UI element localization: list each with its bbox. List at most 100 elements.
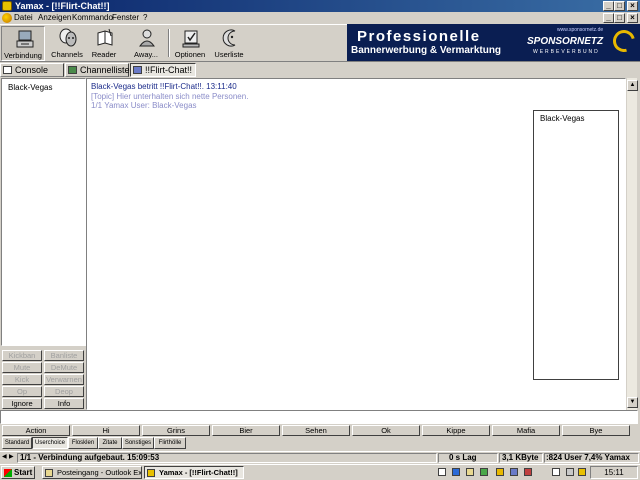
quick-sehen-button[interactable]: Sehen	[282, 425, 350, 436]
tray-desktop-icon[interactable]	[438, 468, 446, 476]
channels-icon	[59, 28, 77, 47]
taskbar: Start Posteingang - Outlook Ex... Yamax …	[0, 464, 640, 480]
status-bar: ◀ ▶ 1/1 - Verbindung aufgebaut. 15:09:53…	[0, 451, 640, 464]
outlook-icon	[45, 469, 53, 477]
chat-scrollbar[interactable]: ▲ ▼	[626, 78, 638, 410]
tab-flirt-chat[interactable]: !!Flirt-Chat!!	[130, 63, 196, 77]
banner-subline: Bannerwerbung & Vermarktung	[351, 45, 502, 56]
ad-banner[interactable]: Professionelle Bannerwerbung & Vermarktu…	[347, 24, 640, 61]
tray-app-icon[interactable]	[480, 468, 488, 476]
own-nick-panel[interactable]: Black-Vegas	[1, 78, 86, 346]
tray-yamax-icon[interactable]	[578, 468, 586, 476]
tab-channelliste[interactable]: Channelliste	[65, 63, 130, 77]
away-icon	[139, 29, 155, 47]
connect-icon	[16, 30, 34, 48]
banner-headline: Professionelle	[357, 28, 481, 45]
kick-button[interactable]: Kick	[2, 374, 42, 385]
channel-list-icon	[68, 66, 77, 74]
chat-line-join: Black-Vegas betritt !!Flirt-Chat!!. 13:1…	[91, 82, 237, 91]
tab-console[interactable]: Console	[0, 63, 64, 77]
window-tabs: Console Channelliste !!Flirt-Chat!!	[0, 62, 640, 77]
demute-button[interactable]: DeMute	[44, 362, 84, 373]
tray-media-icon[interactable]	[496, 468, 504, 476]
menu-fenster[interactable]: Fenster	[112, 13, 139, 23]
status-prev-arrow-icon[interactable]: ◀	[2, 453, 8, 462]
category-tab-sonstiges[interactable]: Sonstiges	[122, 437, 154, 449]
category-tab-flosklen[interactable]: Flosklen	[68, 437, 98, 449]
scroll-up-arrow-icon[interactable]: ▲	[627, 80, 638, 91]
banner-tagline: WERBEVERBUND	[533, 49, 600, 55]
category-tab-userchoice[interactable]: Userchoice	[32, 437, 68, 449]
close-button[interactable]: ×	[627, 1, 638, 11]
window-title: Yamax - [!!Flirt-Chat!!]	[15, 1, 110, 11]
menu-kommando[interactable]: Kommando	[72, 13, 113, 23]
menu-anzeigen[interactable]: Anzeigen	[38, 13, 71, 23]
console-icon	[3, 66, 12, 74]
chat-line-topic: [Topic] Hier unterhalten sich nette Pers…	[91, 92, 249, 101]
toolbar-away-button[interactable]: Away...	[124, 26, 168, 61]
title-bar[interactable]: Yamax - [!!Flirt-Chat!!] _ □ ×	[0, 0, 640, 12]
chat-window-icon	[133, 66, 142, 74]
message-input[interactable]	[0, 410, 638, 424]
menu-bar: Datei Anzeigen Kommando Fenster ? _ □ ×	[0, 12, 640, 24]
status-users: :824 User 7,4% Yamax	[544, 453, 639, 463]
tray-antivirus-icon[interactable]	[524, 468, 532, 476]
toolbar-reader-button[interactable]: Reader	[82, 26, 126, 61]
banliste-button[interactable]: Banliste	[44, 350, 84, 361]
scroll-down-arrow-icon[interactable]: ▼	[627, 397, 638, 408]
start-button[interactable]: Start	[1, 466, 35, 479]
quick-action-button[interactable]: Action	[2, 425, 70, 436]
banner-brand: SPONSORNETZ	[527, 36, 604, 47]
task-outlook[interactable]: Posteingang - Outlook Ex...	[42, 466, 142, 479]
menu-help[interactable]: ?	[143, 13, 147, 23]
quick-grins-button[interactable]: Grins	[142, 425, 210, 436]
maximize-button[interactable]: □	[614, 1, 625, 11]
kickban-button[interactable]: Kickban	[2, 350, 42, 361]
banner-url: www.sponsornetz.de	[557, 27, 604, 33]
quick-mafia-button[interactable]: Mafia	[492, 425, 560, 436]
tray-ie-icon[interactable]	[452, 468, 460, 476]
child-close-button[interactable]: ×	[627, 13, 638, 23]
category-tab-flirthoelle[interactable]: Flirthölle	[154, 437, 186, 449]
tray-display-icon[interactable]	[566, 468, 574, 476]
windows-logo-icon	[4, 469, 12, 477]
options-icon	[182, 30, 200, 48]
category-tab-zitate[interactable]: Zitate	[98, 437, 122, 449]
status-lag: 0 s Lag	[438, 453, 498, 463]
status-next-arrow-icon[interactable]: ▶	[9, 453, 15, 462]
verwarnen-button[interactable]: Verwarnen	[44, 374, 84, 385]
quick-kippe-button[interactable]: Kippe	[422, 425, 490, 436]
yamax-icon	[147, 469, 155, 477]
mute-button[interactable]: Mute	[2, 362, 42, 373]
task-yamax[interactable]: Yamax - [!!Flirt-Chat!!]	[144, 466, 244, 479]
banner-logo-icon	[608, 25, 640, 57]
op-button[interactable]: Op	[2, 386, 42, 397]
quick-bier-button[interactable]: Bier	[212, 425, 280, 436]
toolbar-verbindung-button[interactable]: Verbindung	[1, 26, 45, 61]
quick-ok-button[interactable]: Ok	[352, 425, 420, 436]
tray-speaker-icon[interactable]	[552, 468, 560, 476]
chat-line-users: 1/1 Yamax User: Black-Vegas	[91, 101, 197, 110]
tray-mail-icon[interactable]	[466, 468, 474, 476]
tray-network-icon[interactable]	[510, 468, 518, 476]
ignore-button[interactable]: Ignore	[2, 398, 42, 409]
app-icon[interactable]	[2, 1, 12, 11]
minimize-button[interactable]: _	[603, 1, 614, 11]
child-minimize-button[interactable]: _	[603, 13, 614, 23]
menu-datei[interactable]: Datei	[14, 13, 33, 23]
status-connection: 1/1 - Verbindung aufgebaut. 15:09:53	[17, 453, 437, 463]
own-nick[interactable]: Black-Vegas	[8, 83, 52, 92]
category-tab-standard[interactable]: Standard	[2, 437, 32, 449]
userlist-icon	[222, 29, 236, 47]
toolbar-optionen-button[interactable]: Optionen	[168, 26, 212, 61]
child-restore-button[interactable]: □	[614, 13, 625, 23]
taskbar-clock[interactable]: 15:11	[590, 466, 638, 479]
info-button[interactable]: Info	[44, 398, 84, 409]
deop-button[interactable]: Deop	[44, 386, 84, 397]
toolbar-userliste-button[interactable]: Userliste	[207, 26, 251, 61]
quick-bye-button[interactable]: Bye	[562, 425, 630, 436]
quick-hi-button[interactable]: Hi	[72, 425, 140, 436]
userlist-item[interactable]: Black-Vegas	[540, 114, 584, 123]
child-window-icon[interactable]	[2, 13, 12, 23]
channel-userlist[interactable]: Black-Vegas	[533, 110, 619, 380]
